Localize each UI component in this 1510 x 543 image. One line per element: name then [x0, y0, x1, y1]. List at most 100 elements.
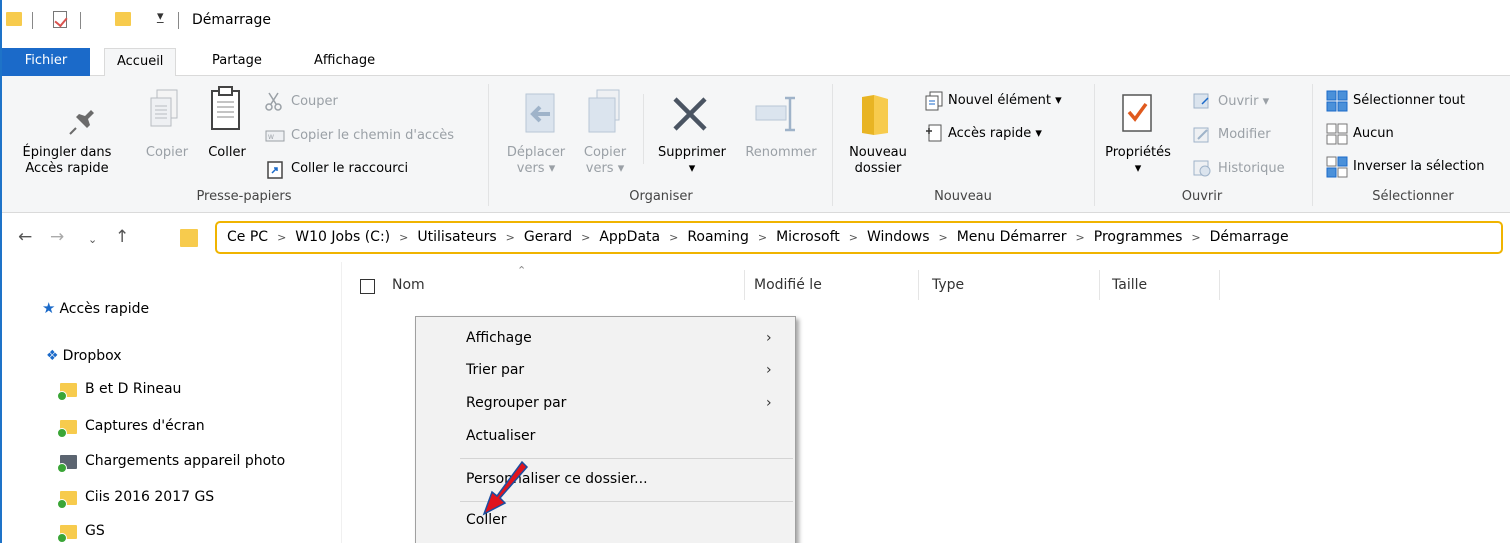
- copy-path-button[interactable]: Copier le chemin d'accès: [291, 128, 454, 144]
- breadcrumb-chevron-icon[interactable]: >: [277, 231, 286, 244]
- new-folder-icon[interactable]: [115, 12, 131, 26]
- breadcrumb-item[interactable]: Programmes: [1094, 229, 1183, 245]
- properties-button[interactable]: Propriétés ▾: [1100, 145, 1176, 177]
- copy-to-label-line1: Copier: [583, 145, 627, 160]
- breadcrumb-chevron-icon[interactable]: >: [939, 231, 948, 244]
- nav-item-folder[interactable]: GS: [85, 523, 105, 539]
- properties-check-icon[interactable]: [53, 11, 67, 28]
- column-separator[interactable]: [918, 270, 919, 300]
- nav-item-folder[interactable]: B et D Rineau: [85, 381, 181, 397]
- paste-shortcut-icon: [266, 161, 284, 183]
- breadcrumb-item[interactable]: AppData: [599, 229, 660, 245]
- copy-to-icon: [585, 88, 625, 138]
- breadcrumb-chevron-icon[interactable]: >: [1191, 231, 1200, 244]
- invert-selection-button[interactable]: Inverser la sélection: [1353, 159, 1485, 175]
- breadcrumb-chevron-icon[interactable]: >: [758, 231, 767, 244]
- nav-label: Accès rapide: [59, 301, 150, 317]
- nav-label: Dropbox: [62, 348, 122, 364]
- delete-x-icon: [670, 94, 710, 138]
- copy-button[interactable]: Copier: [138, 145, 196, 161]
- tab-home[interactable]: Accueil: [104, 48, 177, 77]
- delete-button[interactable]: Supprimer ▾: [650, 145, 734, 177]
- annotation-arrow-icon: [480, 458, 530, 522]
- menu-item-refresh[interactable]: Actualiser: [466, 428, 535, 444]
- paste-shortcut-button[interactable]: Coller le raccourci: [291, 161, 408, 177]
- breadcrumb-chevron-icon[interactable]: >: [506, 231, 515, 244]
- column-header-type[interactable]: Type: [932, 262, 964, 302]
- separator: [80, 12, 81, 29]
- easy-access-label: Accès rapide: [948, 126, 1032, 141]
- column-separator[interactable]: [1219, 270, 1220, 300]
- select-none-icon: [1326, 123, 1348, 149]
- breadcrumb-item[interactable]: Menu Démarrer: [957, 229, 1067, 245]
- history-icon: [1192, 159, 1212, 181]
- recent-chevron-down-icon[interactable]: ⌄: [88, 233, 97, 246]
- rename-button[interactable]: Renommer: [736, 145, 826, 161]
- new-folder-button[interactable]: Nouveau dossier: [838, 145, 918, 177]
- pin-label-line1: Épingler dans: [22, 145, 112, 160]
- navigation-pane[interactable]: ★ Accès rapide ❖ Dropbox B et D Rineau Cap…: [2, 262, 342, 543]
- breadcrumb-item[interactable]: Windows: [867, 229, 930, 245]
- column-separator[interactable]: [1099, 270, 1100, 300]
- new-item-button[interactable]: Nouvel élément ▾: [948, 93, 1062, 109]
- synced-folder-icon: [57, 420, 77, 438]
- copy-to-button[interactable]: Copier vers ▾: [574, 145, 636, 177]
- breadcrumb-chevron-icon[interactable]: >: [849, 231, 858, 244]
- select-all-checkbox[interactable]: [360, 279, 375, 294]
- tab-view[interactable]: Affichage: [302, 48, 387, 76]
- history-button[interactable]: Historique: [1218, 161, 1285, 177]
- breadcrumb-item[interactable]: Ce PC: [227, 229, 268, 245]
- menu-item-group[interactable]: Regrouper par: [466, 395, 566, 411]
- open-button[interactable]: Ouvrir ▾: [1218, 94, 1269, 110]
- star-icon: ★: [42, 299, 56, 317]
- nav-item-folder[interactable]: Captures d'écran: [85, 418, 205, 434]
- breadcrumb-item[interactable]: Roaming: [687, 229, 749, 245]
- column-header-size[interactable]: Taille: [1112, 262, 1147, 302]
- tab-share[interactable]: Partage: [200, 48, 274, 76]
- breadcrumb-item[interactable]: Utilisateurs: [417, 229, 496, 245]
- menu-item-sort[interactable]: Trier par: [466, 362, 524, 378]
- breadcrumb-chevron-icon[interactable]: >: [669, 231, 678, 244]
- select-none-button[interactable]: Aucun: [1353, 126, 1394, 142]
- breadcrumb-chevron-icon[interactable]: >: [399, 231, 408, 244]
- synced-folder-icon: [57, 491, 77, 509]
- edit-button[interactable]: Modifier: [1218, 127, 1271, 143]
- svg-text:W: W: [268, 134, 274, 141]
- pin-quick-access-button[interactable]: Épingler dans Accès rapide: [2, 145, 132, 177]
- breadcrumb-item[interactable]: Gerard: [524, 229, 572, 245]
- breadcrumb-item[interactable]: Démarrage: [1210, 229, 1289, 245]
- delete-label: Supprimer: [658, 145, 726, 160]
- menu-item-view[interactable]: Affichage: [466, 330, 532, 346]
- nav-item-folder[interactable]: Chargements appareil photo: [85, 453, 285, 469]
- column-header-modified[interactable]: Modifié le: [754, 262, 822, 302]
- easy-access-button[interactable]: Accès rapide ▾: [948, 126, 1042, 142]
- separator: [32, 12, 33, 29]
- back-arrow-icon[interactable]: ←: [18, 227, 32, 247]
- properties-label: Propriétés: [1105, 145, 1171, 160]
- tab-file[interactable]: Fichier: [2, 48, 90, 76]
- forward-arrow-icon[interactable]: →: [50, 227, 64, 247]
- move-to-button[interactable]: Déplacer vers ▾: [498, 145, 574, 177]
- nav-item-folder[interactable]: Ciis 2016 2017 GS: [85, 489, 214, 505]
- up-arrow-icon[interactable]: ↑: [115, 227, 129, 247]
- group-label-open: Ouvrir: [1181, 189, 1223, 204]
- nav-item-dropbox[interactable]: ❖ Dropbox: [46, 348, 122, 364]
- select-all-button[interactable]: Sélectionner tout: [1353, 93, 1465, 109]
- customize-toolbar-icon[interactable]: ▾̲: [157, 9, 164, 24]
- cut-button[interactable]: Couper: [291, 94, 338, 110]
- group-label-select: Sélectionner: [1372, 189, 1454, 204]
- column-header-name[interactable]: Nom: [392, 262, 425, 302]
- move-label-text: vers: [516, 161, 545, 176]
- nav-item-quick-access[interactable]: ★ Accès rapide: [42, 299, 149, 317]
- breadcrumb-item[interactable]: Microsoft: [776, 229, 840, 245]
- copy-to-label-text: vers: [585, 161, 614, 176]
- group-separator: [1312, 84, 1313, 206]
- breadcrumb-chevron-icon[interactable]: >: [581, 231, 590, 244]
- copy-icon: [148, 88, 182, 138]
- column-separator[interactable]: [744, 270, 745, 300]
- ribbon: Épingler dans Accès rapide Copier Coller…: [2, 76, 1510, 213]
- paste-button[interactable]: Coller: [200, 145, 254, 161]
- breadcrumb-item[interactable]: W10 Jobs (C:): [295, 229, 390, 245]
- breadcrumb[interactable]: Ce PC > W10 Jobs (C:) > Utilisateurs > Gerard >…: [215, 221, 1503, 254]
- breadcrumb-chevron-icon[interactable]: >: [1076, 231, 1085, 244]
